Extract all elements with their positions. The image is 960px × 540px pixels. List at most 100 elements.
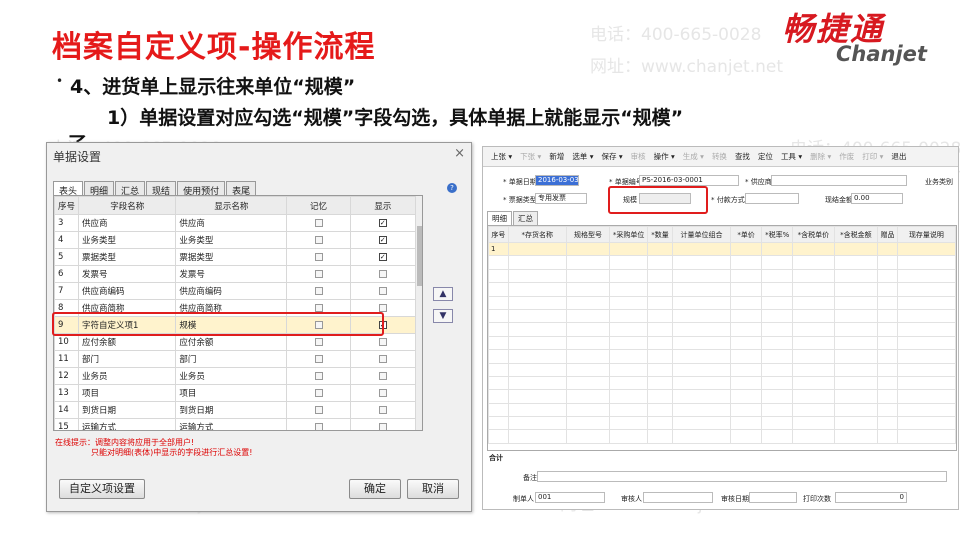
detail-cell[interactable] [792, 295, 835, 310]
detail-cell[interactable] [671, 255, 732, 270]
detail-cell[interactable] [565, 349, 611, 364]
detail-cell[interactable] [877, 375, 898, 391]
detail-cell[interactable] [761, 389, 794, 404]
detail-row[interactable] [488, 389, 956, 404]
detail-cell[interactable] [565, 335, 611, 351]
detail-cell[interactable]: 1 [488, 241, 509, 257]
detail-cell[interactable] [761, 322, 794, 337]
detail-row[interactable] [488, 349, 956, 364]
detail-cell[interactable] [488, 308, 509, 324]
detail-cell[interactable] [896, 362, 956, 377]
detail-cell[interactable] [792, 241, 835, 257]
detail-cell[interactable] [671, 389, 732, 404]
detail-cell[interactable] [730, 308, 763, 324]
detail-cell[interactable] [730, 375, 763, 391]
detail-cell[interactable] [877, 282, 898, 297]
detail-cell[interactable] [877, 349, 898, 364]
detail-cell[interactable] [833, 389, 879, 404]
detail-cell[interactable] [507, 268, 567, 284]
payment-method-select[interactable] [745, 193, 799, 204]
detail-cell[interactable] [730, 349, 763, 364]
detail-cell[interactable] [507, 402, 567, 418]
detail-cell[interactable] [488, 322, 509, 337]
detail-cell[interactable] [833, 322, 879, 337]
detail-cell[interactable] [761, 349, 794, 364]
detail-row[interactable] [488, 362, 956, 377]
show-checkbox[interactable] [378, 354, 387, 363]
detail-cell[interactable] [877, 429, 898, 444]
detail-cell[interactable] [792, 389, 835, 404]
detail-cell[interactable] [609, 282, 649, 297]
detail-cell[interactable] [761, 241, 794, 257]
settings-row[interactable]: 14 到货日期 到货日期 [54, 401, 417, 419]
detail-cell[interactable] [896, 375, 956, 391]
detail-cell[interactable] [647, 241, 673, 257]
detail-cell[interactable] [671, 416, 732, 431]
detail-cell[interactable] [647, 322, 673, 337]
detail-cell[interactable] [671, 349, 732, 364]
settings-row[interactable]: 12 业务员 业务员 [54, 367, 417, 385]
detail-cell[interactable] [609, 255, 649, 270]
detail-cell[interactable] [792, 402, 835, 418]
detail-cell[interactable] [896, 349, 956, 364]
detail-row[interactable] [488, 335, 956, 351]
detail-cell[interactable] [761, 402, 794, 418]
detail-cell[interactable] [609, 268, 649, 284]
detail-cell[interactable] [896, 389, 956, 404]
toolbar-item[interactable]: 操作 ▾ [654, 151, 675, 162]
detail-cell[interactable] [488, 416, 509, 431]
detail-cell[interactable] [671, 241, 732, 257]
detail-cell[interactable] [833, 429, 879, 444]
detail-cell[interactable] [792, 322, 835, 337]
detail-cell[interactable] [565, 241, 611, 257]
detail-cell[interactable] [647, 268, 673, 284]
detail-cell[interactable] [609, 362, 649, 377]
detail-cell[interactable] [565, 282, 611, 297]
detail-cell[interactable] [507, 429, 567, 444]
detail-cell[interactable] [609, 335, 649, 351]
memory-checkbox[interactable] [314, 371, 323, 380]
detail-cell[interactable] [609, 241, 649, 257]
detail-cell[interactable] [761, 375, 794, 391]
toolbar-item[interactable]: 转换 [712, 151, 727, 162]
detail-cell[interactable] [507, 282, 567, 297]
detail-cell[interactable] [488, 375, 509, 391]
memory-checkbox[interactable] [314, 405, 323, 414]
detail-cell[interactable] [507, 389, 567, 404]
detail-cell[interactable] [647, 349, 673, 364]
detail-cell[interactable] [730, 362, 763, 377]
detail-row[interactable] [488, 322, 956, 337]
detail-row[interactable] [488, 375, 956, 391]
remark-input[interactable] [537, 471, 947, 482]
toolbar-item[interactable]: 生成 ▾ [683, 151, 704, 162]
detail-cell[interactable] [730, 268, 763, 284]
show-checkbox[interactable]: ✓ [378, 252, 387, 261]
detail-cell[interactable] [877, 295, 898, 310]
detail-cell[interactable] [833, 241, 879, 257]
detail-cell[interactable] [730, 389, 763, 404]
grid-scrollbar[interactable] [416, 196, 422, 430]
settings-row[interactable]: 5 票据类型 票据类型 ✓ [54, 248, 417, 266]
detail-cell[interactable] [896, 308, 956, 324]
detail-cell[interactable] [761, 268, 794, 284]
show-checkbox[interactable] [378, 286, 387, 295]
detail-cell[interactable] [877, 308, 898, 324]
detail-cell[interactable] [647, 389, 673, 404]
detail-cell[interactable] [833, 349, 879, 364]
memory-checkbox[interactable] [314, 303, 323, 312]
detail-cell[interactable] [833, 362, 879, 377]
detail-cell[interactable] [507, 308, 567, 324]
detail-cell[interactable] [671, 429, 732, 444]
detail-cell[interactable] [730, 429, 763, 444]
detail-cell[interactable] [877, 402, 898, 418]
detail-cell[interactable] [833, 255, 879, 270]
detail-cell[interactable] [833, 308, 879, 324]
detail-cell[interactable] [488, 268, 509, 284]
detail-cell[interactable] [730, 295, 763, 310]
detail-cell[interactable] [761, 429, 794, 444]
detail-cell[interactable] [565, 429, 611, 444]
detail-cell[interactable] [507, 335, 567, 351]
detail-cell[interactable] [792, 416, 835, 431]
detail-cell[interactable] [507, 416, 567, 431]
memory-checkbox[interactable] [314, 269, 323, 278]
